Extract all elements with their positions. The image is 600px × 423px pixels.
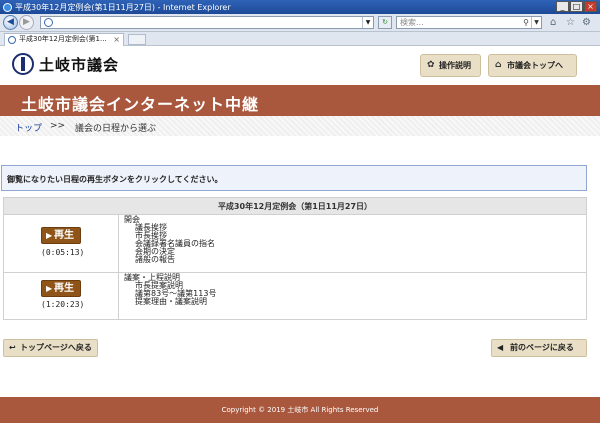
new-tab-button[interactable] — [128, 34, 146, 45]
play-button[interactable]: ▶ 再生 — [41, 227, 81, 244]
address-bar[interactable]: ▼ — [40, 16, 374, 29]
play-icon: ▶ — [46, 231, 53, 240]
copyright-text: Copyright © 2019 土岐市 All Rights Reserved — [221, 406, 379, 414]
page-icon — [44, 18, 53, 27]
breadcrumb: トップ >> 議会の日程から選ぶ — [0, 116, 600, 136]
maximize-button[interactable]: □ — [570, 1, 583, 12]
window-titlebar: 平成30年12月定例会(第1日11月27日) - Internet Explor… — [0, 0, 600, 14]
play-cell: ▶ 再生 (1:20:23) — [4, 273, 119, 319]
tab-bar: 平成30年12月定例会(第1... × — [0, 32, 600, 46]
breadcrumb-current: 議会の日程から選ぶ — [75, 124, 157, 134]
agenda-list: 議案・上程説明 市長提案説明 議第83号～議第113号 提案理由・議案説明 — [124, 274, 216, 306]
duration-label: (0:05:13) — [41, 248, 85, 257]
back-icon[interactable]: ◀ — [3, 15, 18, 30]
play-button[interactable]: ▶ 再生 — [41, 280, 81, 297]
close-button[interactable]: × — [584, 1, 597, 12]
list-item: 諸般の報告 — [135, 255, 175, 264]
list-item: 提案理由・議案説明 — [135, 297, 207, 306]
site-logo[interactable]: 土岐市議会 — [12, 53, 119, 75]
play-cell: ▶ 再生 (0:05:13) — [4, 215, 119, 272]
minimize-button[interactable]: _ — [556, 1, 569, 12]
search-icon[interactable]: ⚲ — [523, 17, 529, 28]
play-icon: ▶ — [46, 284, 53, 293]
agenda-list: 開会 議長挨拶 市長挨拶 会議録署名議員の指名 会期の決定 諸般の報告 — [124, 216, 215, 264]
building-icon: ⌂ — [495, 60, 502, 70]
operation-guide-button[interactable]: ✿ 操作説明 — [420, 54, 481, 77]
window-title: 平成30年12月定例会(第1日11月27日) - Internet Explor… — [15, 2, 231, 12]
council-top-button[interactable]: ⌂ 市議会トップへ — [488, 54, 577, 77]
forward-icon[interactable]: ▶ — [19, 15, 34, 30]
page-title: 土岐市議会インターネット中継 — [21, 95, 260, 114]
refresh-icon[interactable]: ↻ — [378, 16, 392, 29]
address-dropdown-icon[interactable]: ▼ — [362, 17, 373, 28]
schedule-table: 平成30年12月定例会（第1日11月27日） ▶ 再生 (0:05:13) 開会… — [3, 197, 587, 320]
star-icon[interactable]: ☆ — [566, 17, 575, 28]
duration-label: (1:20:23) — [41, 300, 85, 309]
table-row: ▶ 再生 (0:05:13) 開会 議長挨拶 市長挨拶 会議録署名議員の指名 会… — [4, 215, 586, 273]
home-icon[interactable]: ⌂ — [550, 17, 556, 28]
ie-icon — [3, 2, 12, 12]
gear-icon: ✿ — [427, 60, 435, 70]
tab-close-icon[interactable]: × — [113, 34, 120, 45]
city-emblem-icon — [12, 53, 34, 75]
search-input[interactable]: 検索... ⚲ ▼ — [396, 16, 542, 29]
previous-page-button[interactable]: ◀ 前のページに戻る — [491, 339, 587, 357]
browser-tab[interactable]: 平成30年12月定例会(第1... × — [4, 33, 124, 46]
back-arrow-icon: ◀ — [497, 343, 504, 352]
page-viewport: 土岐市議会 ✿ 操作説明 ⌂ 市議会トップへ 土岐市議会インターネット中継 トッ… — [0, 46, 600, 423]
breadcrumb-top-link[interactable]: トップ — [15, 121, 42, 134]
return-icon: ↩ — [9, 343, 16, 352]
search-dropdown-icon[interactable]: ▼ — [531, 17, 541, 28]
breadcrumb-separator: >> — [50, 121, 66, 131]
site-header: 土岐市議会 ✿ 操作説明 ⌂ 市議会トップへ — [0, 46, 600, 85]
table-row: ▶ 再生 (1:20:23) 議案・上程説明 市長提案説明 議第83号～議第11… — [4, 273, 586, 319]
page-banner: 土岐市議会インターネット中継 — [0, 85, 600, 116]
back-to-top-button[interactable]: ↩ トップページへ戻る — [3, 339, 98, 357]
schedule-heading: 平成30年12月定例会（第1日11月27日） — [4, 198, 586, 215]
gear-icon[interactable]: ⚙ — [582, 17, 591, 28]
site-footer: Copyright © 2019 土岐市 All Rights Reserved — [0, 397, 600, 423]
instruction-notice: 御覧になりたい日程の再生ボタンをクリックしてください。 — [1, 165, 587, 191]
navigation-bar: ◀ ▶ ▼ ↻ 検索... ⚲ ▼ ⌂ ☆ ⚙ — [0, 14, 600, 32]
tab-page-icon — [8, 36, 16, 44]
